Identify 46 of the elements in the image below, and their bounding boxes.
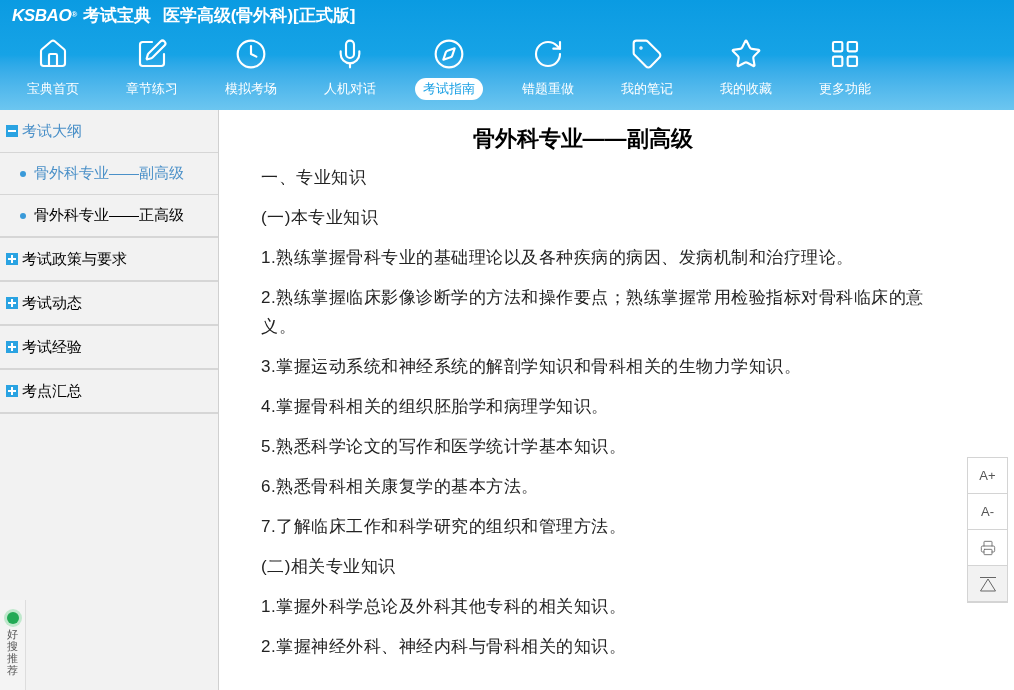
bullet-icon: [20, 170, 26, 177]
sidebar-group[interactable]: 考点汇总: [0, 370, 218, 412]
article-paragraph: 2.熟练掌握临床影像诊断学的方法和操作要点；熟练掌握常用检验指标对骨科临床的意义。: [261, 287, 925, 338]
star-icon: [729, 38, 762, 70]
sidebar-group[interactable]: 考试大纲: [0, 110, 218, 152]
article-paragraph: (二)相关专业知识: [261, 556, 397, 578]
sidebar-item[interactable]: 骨外科专业——正高级: [0, 194, 218, 236]
plus-icon: [6, 385, 18, 397]
nav-tab[interactable]: 错题重做: [498, 32, 597, 100]
article-paragraph: 4.掌握骨科相关的组织胚胎学和病理学知识。: [261, 396, 610, 418]
sidebar-group[interactable]: 考试动态: [0, 282, 218, 324]
article-paragraph: 5.熟悉科学论文的写作和医学统计学基本知识。: [261, 436, 628, 458]
plus-icon: [6, 297, 18, 309]
tag-icon: [630, 38, 663, 70]
printer-icon: [979, 539, 996, 556]
brand-logo: KSBAO$^{®}$: [12, 5, 77, 28]
bullet-icon: [20, 212, 26, 219]
arrow-up-to-top-icon: [978, 575, 997, 592]
nav-tab[interactable]: 我的收藏: [696, 32, 795, 100]
article-paragraph: 1.熟练掌握骨科专业的基础理论以及各种疾病的病因、发病机制和治疗理论。: [261, 247, 855, 269]
window-title: 医学高级(骨外科)[正式版]: [162, 5, 356, 28]
article-paragraph: (一)本专业知识: [261, 207, 380, 229]
article-paragraph: 一、专业知识: [261, 167, 367, 189]
article-title: 骨外科专业——副高级: [471, 125, 694, 153]
article-paragraph: 1.掌握外科学总论及外科其他专科的相关知识。: [261, 596, 628, 618]
clock-icon: [234, 38, 267, 70]
nav-tab[interactable]: 章节练习: [102, 32, 201, 100]
brand-name: 考试宝典: [82, 5, 151, 28]
article-paragraph: 7.了解临床工作和科学研究的组织和管理方法。: [261, 516, 628, 538]
sidebar-group[interactable]: 考试经验: [0, 326, 218, 368]
nav-tab[interactable]: 更多功能: [795, 32, 894, 100]
sidebar-group[interactable]: 考试政策与要求: [0, 238, 218, 280]
nav-tab[interactable]: 我的笔记: [597, 32, 696, 100]
nav-tab[interactable]: 考试指南: [399, 32, 498, 100]
nav-tab[interactable]: 人机对话: [300, 32, 399, 100]
compass-icon: [432, 38, 465, 70]
article-paragraph: 3.掌握运动系统和神经系统的解剖学知识和骨科相关的生物力学知识。: [261, 356, 803, 378]
nav-tab[interactable]: 宝典首页: [3, 32, 102, 100]
plus-icon: [6, 253, 18, 265]
article-paragraph: 6.熟悉骨科相关康复学的基本方法。: [261, 476, 540, 498]
sidebar-item[interactable]: 骨外科专业——副高级: [0, 152, 218, 194]
article-paragraph: 2.掌握神经外科、神经内科与骨科相关的知识。: [261, 636, 628, 658]
nav-tab[interactable]: 模拟考场: [201, 32, 300, 100]
plus-icon: [6, 341, 18, 353]
top-button[interactable]: [968, 566, 1007, 602]
minus-icon: [6, 125, 18, 137]
